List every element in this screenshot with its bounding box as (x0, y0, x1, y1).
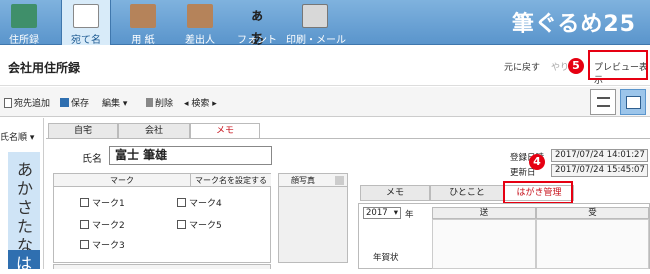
search-label: 検索 (191, 99, 210, 109)
step-badge-hagaki: 4 (529, 154, 545, 170)
name-label: 氏名 (82, 154, 102, 165)
send-cell[interactable] (432, 219, 536, 269)
delete-label: 削除 (155, 99, 174, 109)
mark-label: マーク1 (92, 199, 125, 209)
address-card-icon (73, 4, 99, 28)
subtab-memo[interactable]: メモ (360, 185, 430, 201)
main-ribbon: 住所録 宛て名 用 紙 差出人 ぁあ フォント 印刷・メール 筆ぐるめ25 (0, 0, 650, 48)
tab-label: 住所録 (9, 35, 39, 46)
hagaki-table: 2017 ▾ 年 送 受 年賀状 (358, 203, 650, 269)
tab-label: 宛て名 (71, 35, 101, 46)
font-icon: ぁあ (250, 8, 264, 48)
edit-label: 編集 (102, 99, 121, 109)
nengajo-label: 年賀状 (373, 253, 399, 263)
title-bar: 会社用住所録 元に戻す やり プレビュー表示 (0, 46, 650, 86)
checkbox-box (80, 198, 89, 207)
prev-arrow-icon: ◂ (184, 99, 189, 109)
dropdown-arrow-icon: ▾ (122, 99, 128, 109)
save-label: 保存 (71, 99, 90, 109)
tab-home[interactable]: 自宅 (48, 123, 118, 139)
mark-header: マーク (54, 174, 191, 187)
add-entry-button[interactable]: 宛先追加 (4, 96, 50, 109)
mark-checkbox[interactable]: マーク5 (177, 218, 222, 231)
kana-index: あ か さ た な は (8, 152, 40, 273)
list-icon (597, 97, 610, 107)
send-header: 送 (432, 207, 536, 219)
name-field[interactable]: 富士 筆雄 (109, 146, 272, 165)
kana-index-item-active[interactable]: は (8, 250, 40, 273)
year-value: 2017 (366, 208, 388, 218)
address-book-icon (11, 4, 37, 28)
sort-order-select[interactable]: 氏名順 ▾ (0, 130, 34, 143)
undo-button[interactable]: 元に戻す (504, 60, 540, 73)
add-entry-label: 宛先追加 (14, 99, 51, 109)
page-title: 会社用住所録 (8, 61, 81, 75)
search-button[interactable]: ◂ 検索 ▸ (184, 96, 217, 109)
trash-icon (146, 98, 153, 107)
mark-label: マーク4 (189, 199, 222, 209)
next-section-header (53, 264, 271, 269)
mark-checkbox[interactable]: マーク1 (80, 196, 125, 209)
save-icon (60, 98, 69, 107)
tab-memo[interactable]: メモ (190, 123, 260, 139)
mark-checkbox[interactable]: マーク4 (177, 196, 222, 209)
tab-label: フォント (237, 35, 277, 46)
delete-button[interactable]: 削除 (146, 96, 173, 109)
next-arrow-icon: ▸ (212, 99, 217, 109)
trash-icon[interactable] (335, 176, 344, 185)
year-select[interactable]: 2017 ▾ (363, 207, 401, 219)
printer-icon (302, 4, 328, 28)
tab-address-book[interactable]: 住所録 (0, 0, 48, 46)
receive-cell[interactable] (536, 219, 649, 269)
checkbox-box (80, 240, 89, 249)
preview-highlight (588, 50, 648, 80)
tab-company[interactable]: 会社 (118, 123, 190, 139)
receive-header: 受 (536, 207, 649, 219)
paper-icon (130, 4, 156, 28)
checkbox-box (177, 220, 186, 229)
tab-address-print[interactable]: 宛て名 (61, 0, 111, 46)
subtab-hitokoto[interactable]: ひとこと (430, 185, 504, 201)
tab-label: 用 紙 (131, 35, 155, 46)
add-entry-icon (4, 98, 12, 108)
tab-label: 差出人 (185, 35, 215, 46)
photo-box[interactable]: 顔写真 (278, 173, 348, 263)
tab-print-mail[interactable]: 印刷・メール (286, 0, 346, 46)
toolbar: 宛先追加 保存 編集 ▾ 削除 ◂ 検索 ▸ (0, 87, 650, 117)
sort-label: 氏名順 (0, 133, 28, 143)
mark-label: マーク3 (92, 241, 125, 251)
tab-label: 印刷・メール (286, 35, 346, 46)
mark-checkbox[interactable]: マーク3 (80, 238, 125, 251)
updated-datetime: 2017/07/24 15:45:07 (551, 164, 648, 177)
checkbox-box (177, 198, 186, 207)
mark-label: マーク2 (92, 221, 125, 231)
tab-paper[interactable]: 用 紙 (118, 0, 168, 46)
edit-menu[interactable]: 編集 ▾ (102, 96, 127, 109)
step-badge-preview: 5 (568, 58, 584, 74)
card-icon (626, 96, 641, 109)
dropdown-arrow-icon: ▾ (29, 133, 35, 143)
mark-checkbox[interactable]: マーク2 (80, 218, 125, 231)
card-view-button[interactable] (620, 89, 646, 115)
mark-setting-header[interactable]: マーク名を設定する (191, 174, 271, 187)
year-suffix: 年 (405, 210, 414, 220)
registered-datetime: 2017/07/24 14:01:27 (551, 149, 648, 162)
dropdown-arrow-icon: ▾ (393, 208, 398, 218)
save-button[interactable]: 保存 (60, 96, 89, 109)
checkbox-box (80, 220, 89, 229)
hagaki-highlight (503, 181, 573, 204)
mark-label: マーク5 (189, 221, 222, 231)
app-logo: 筆ぐるめ25 (511, 12, 636, 37)
tab-divider (46, 138, 650, 139)
tab-font[interactable]: ぁあ フォント (232, 0, 282, 48)
redo-button[interactable]: やり (551, 60, 569, 73)
list-view-button[interactable] (590, 89, 616, 115)
tab-sender[interactable]: 差出人 (175, 0, 225, 46)
sender-icon (187, 4, 213, 28)
